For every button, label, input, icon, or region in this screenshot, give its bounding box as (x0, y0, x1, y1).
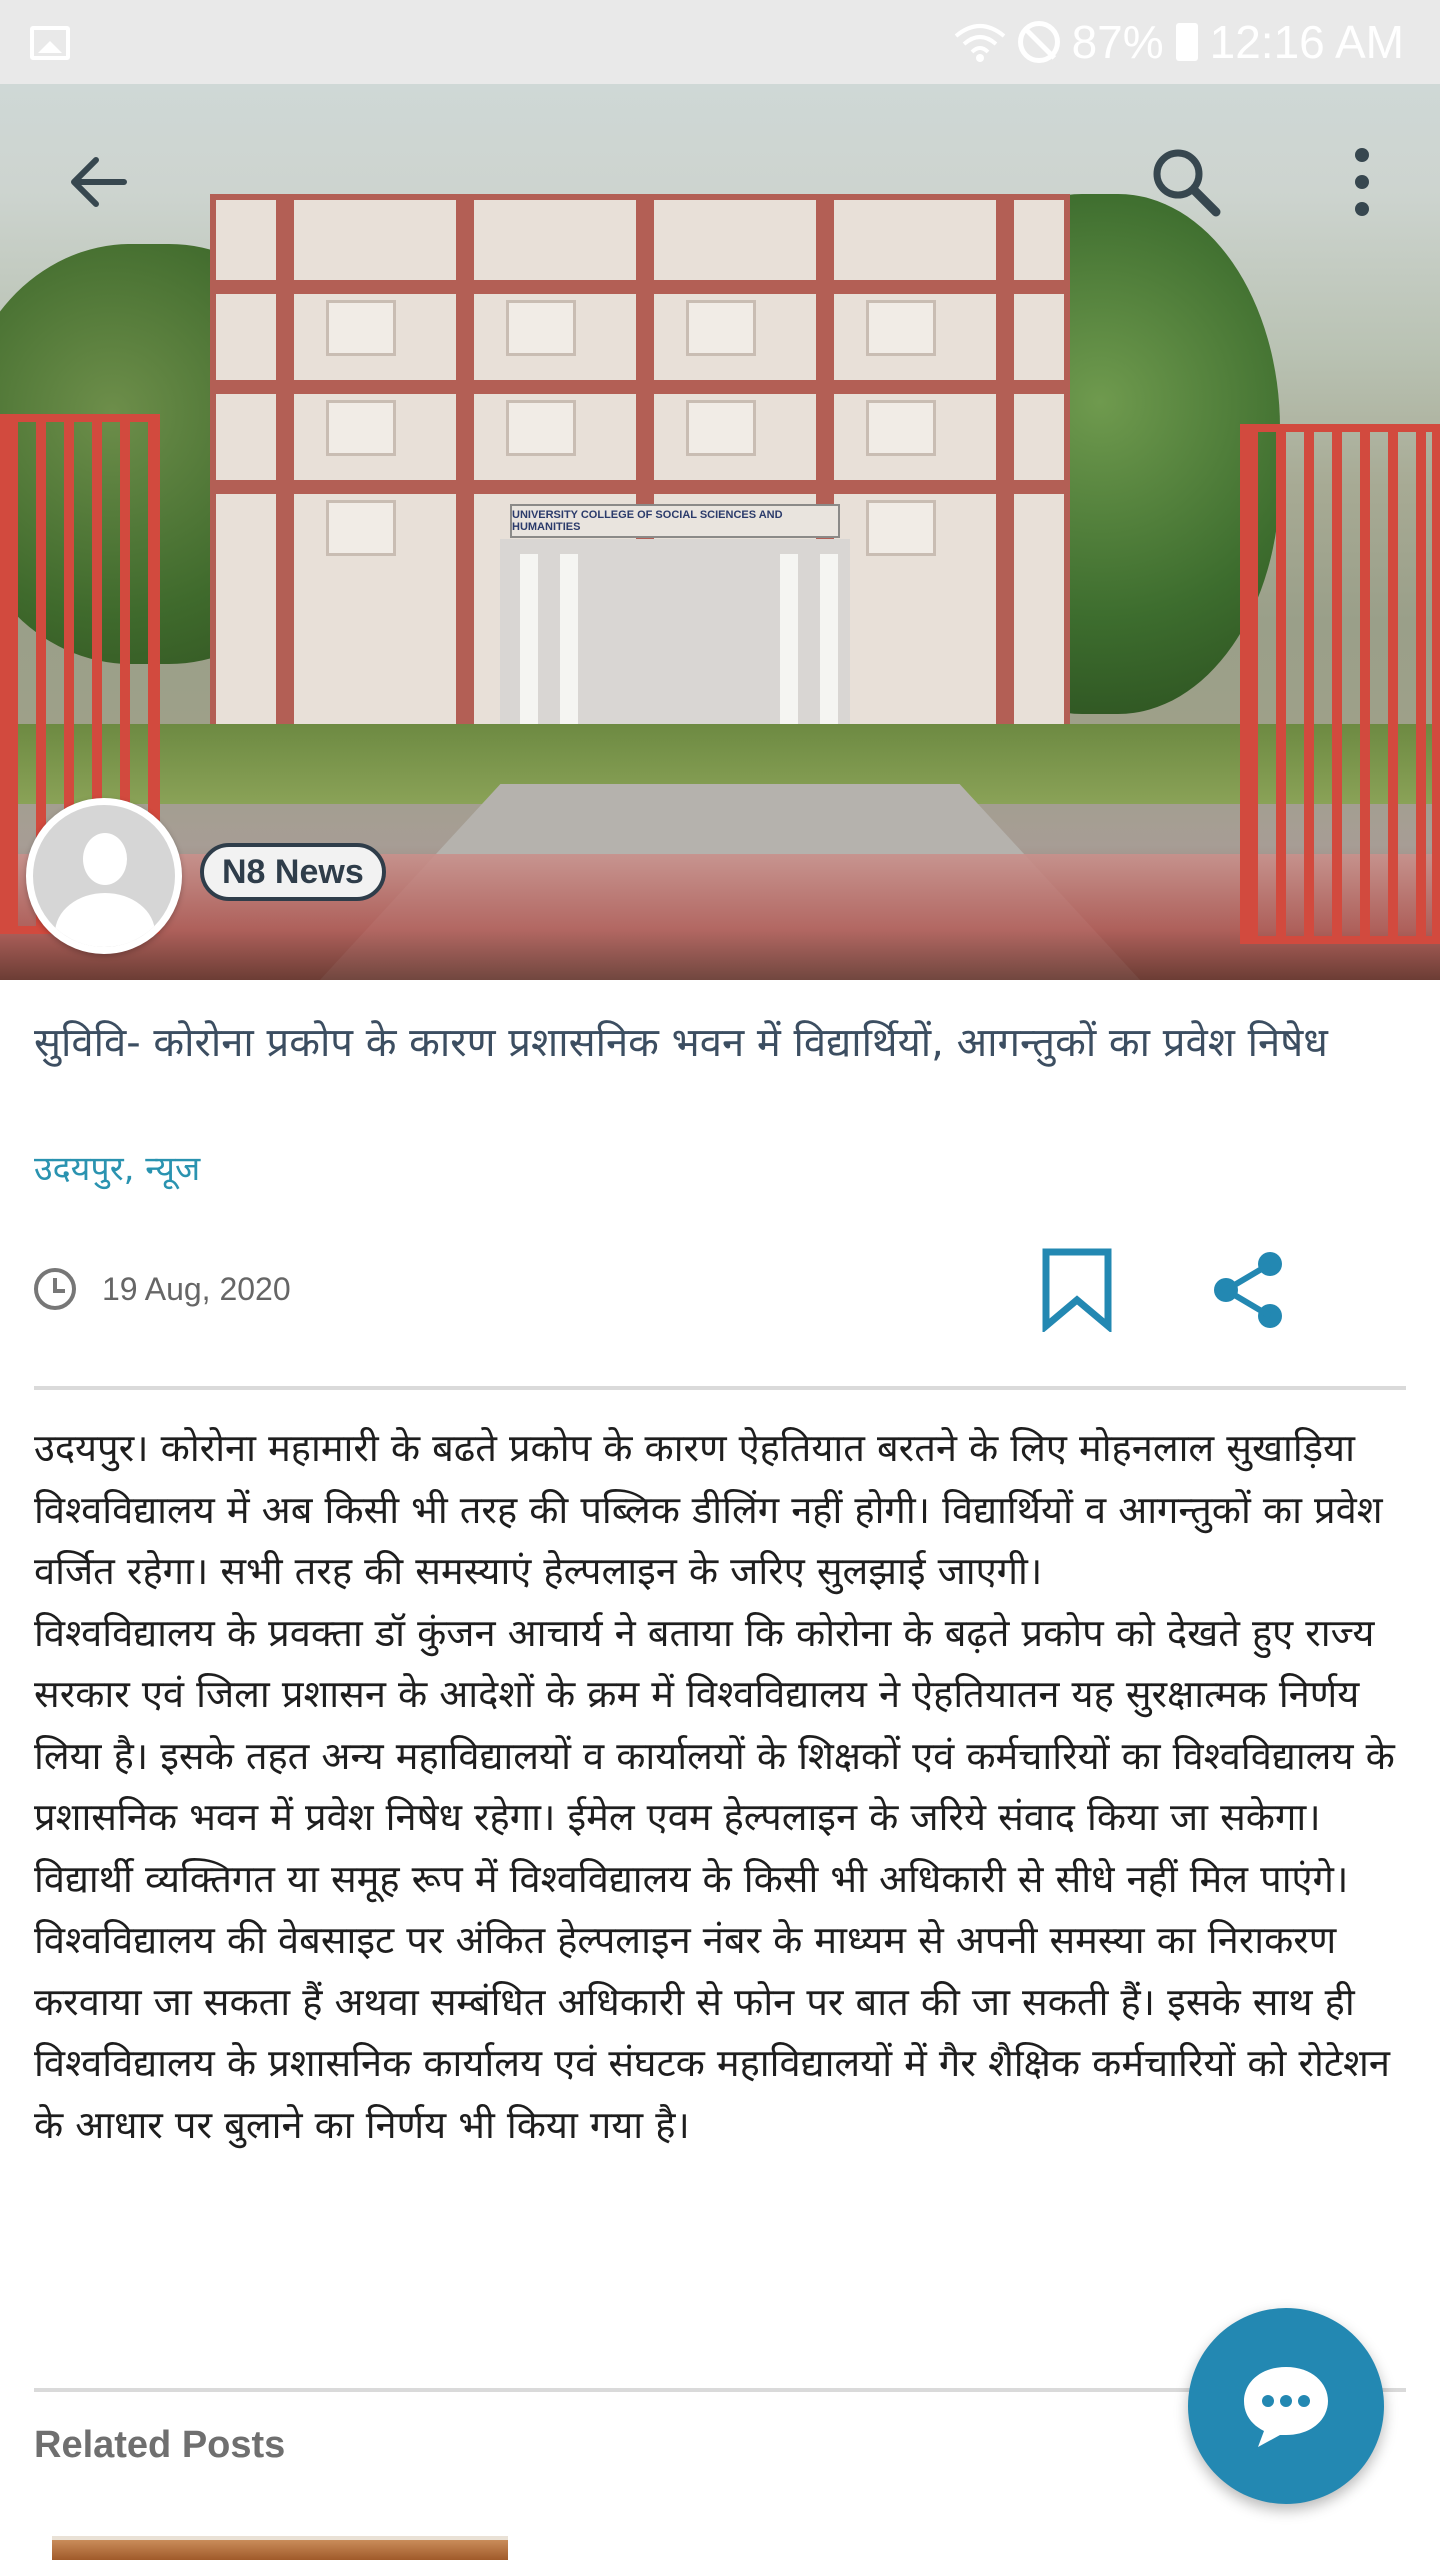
clock-icon (34, 1268, 76, 1310)
image-notification-icon (30, 26, 70, 60)
related-posts-heading: Related Posts (34, 2424, 286, 2466)
building-sign: UNIVERSITY COLLEGE OF SOCIAL SCIENCES AN… (510, 504, 840, 538)
status-indicators: 87% 12:16 AM (954, 14, 1404, 70)
more-options-button[interactable] (1314, 134, 1410, 230)
bookmark-icon (1042, 1248, 1112, 1334)
back-button[interactable] (50, 134, 146, 230)
article-paragraph: उदयपुर। कोरोना महामारी के बढते प्रकोप के… (34, 1426, 1383, 1593)
search-button[interactable] (1138, 134, 1234, 230)
share-button[interactable] (1210, 1250, 1290, 1330)
do-not-disturb-icon (1017, 21, 1060, 63)
article-date: 19 Aug, 2020 (102, 1271, 291, 1307)
chat-fab-button[interactable] (1188, 2308, 1384, 2504)
article-category-link[interactable]: उदयपुर, न्यूज (34, 1144, 200, 1190)
article-title: सुविवि- कोरोना प्रकोप के कारण प्रशासनिक … (34, 1020, 1328, 1066)
wifi-icon (954, 24, 1005, 62)
bookmark-button[interactable] (1040, 1246, 1114, 1334)
article-paragraph: विश्वविद्यालय के प्रवक्ता डॉ कुंजन आचार्… (34, 1610, 1395, 2147)
status-bar: 87% 12:16 AM (0, 0, 1440, 84)
battery-charging-icon (1175, 23, 1198, 61)
status-time: 12:16 AM (1209, 16, 1404, 68)
search-icon (1153, 149, 1221, 217)
source-name-chip[interactable]: N8 News (200, 843, 386, 901)
header-divider (34, 1386, 1406, 1390)
share-icon (1214, 1252, 1282, 1328)
article-body: उदयपुर। कोरोना महामारी के बढते प्रकोप के… (34, 1418, 1424, 2156)
arrow-left-icon (71, 157, 127, 207)
related-post-thumbnail[interactable] (52, 2536, 508, 2560)
chat-bubble-icon (1244, 2367, 1328, 2447)
more-vertical-icon (1355, 148, 1369, 216)
source-avatar[interactable] (26, 798, 182, 954)
battery-percent: 87% (1071, 16, 1164, 68)
